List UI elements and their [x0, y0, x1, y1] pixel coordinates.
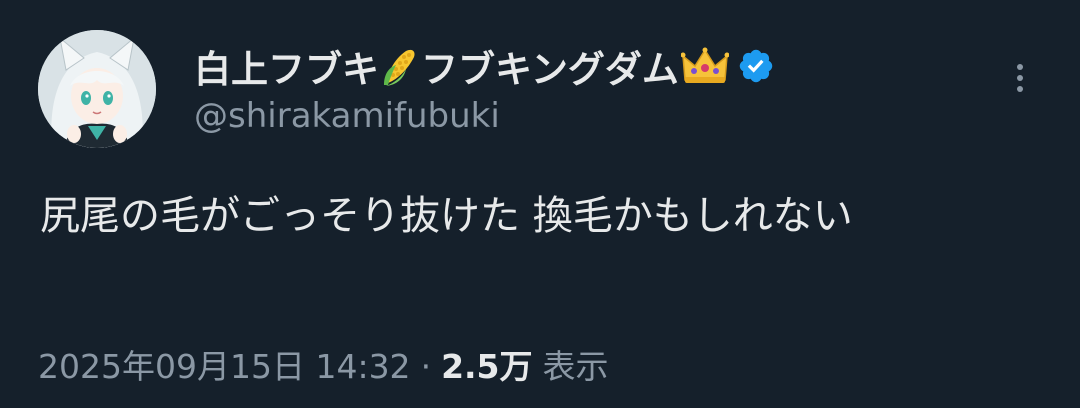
- more-dot: [1017, 75, 1023, 81]
- more-options-icon[interactable]: [1004, 58, 1036, 98]
- verified-badge-icon[interactable]: [737, 47, 775, 85]
- author-handle[interactable]: @shirakamifubuki: [194, 96, 500, 136]
- timestamp-link[interactable]: 2025年09月15日 14:32: [38, 340, 411, 388]
- crown-icon: [680, 46, 729, 86]
- meta-separator: ·: [420, 347, 432, 386]
- tweet-text: 尻尾の毛がごっそり抜けた 換毛かもしれない: [40, 193, 853, 239]
- more-dot: [1017, 64, 1023, 70]
- display-name-suffix[interactable]: フブキングダム: [421, 39, 679, 93]
- tweet-card: 白上フブキ フブキングダム @shirakamifubuki 尻尾の毛がごっそり…: [0, 0, 1080, 408]
- avatar-icon: [38, 30, 156, 148]
- views-label: 表示: [542, 347, 609, 386]
- views-count[interactable]: 2.5万: [441, 340, 532, 388]
- corn-icon: [380, 45, 420, 87]
- author-name-row[interactable]: 白上フブキ フブキングダム: [194, 38, 775, 94]
- avatar[interactable]: [38, 30, 156, 148]
- display-name[interactable]: 白上フブキ: [194, 39, 379, 93]
- more-dot: [1017, 86, 1023, 92]
- tweet-meta: 2025年09月15日 14:32 · 2.5万 表示: [38, 340, 609, 388]
